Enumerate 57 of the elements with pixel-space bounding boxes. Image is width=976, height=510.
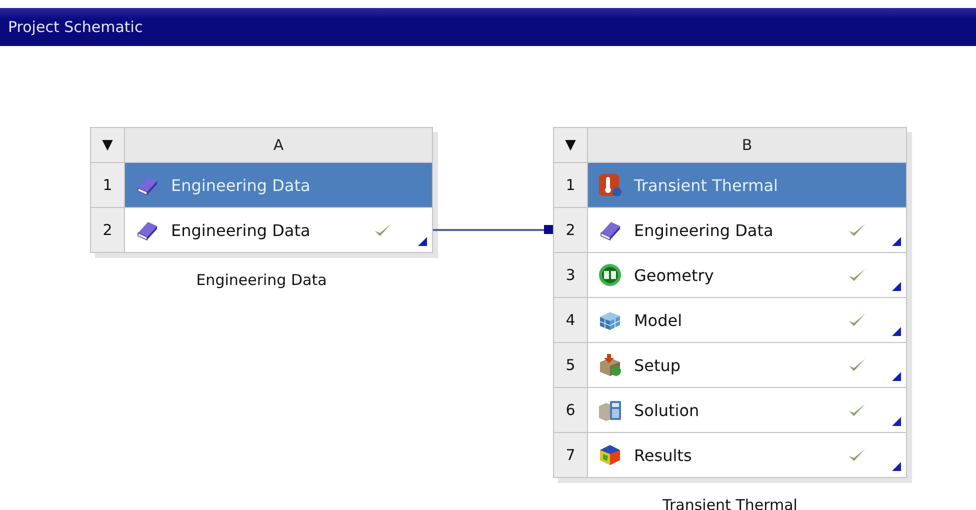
row-number: 7 — [566, 446, 576, 464]
thermometer-icon — [598, 173, 622, 197]
book-icon — [135, 219, 159, 241]
book-icon — [135, 174, 159, 196]
cell-item[interactable]: Engineering Data — [125, 163, 432, 207]
check-icon — [848, 312, 866, 328]
check-icon — [848, 402, 866, 418]
dm-icon — [598, 263, 622, 287]
row-number: 1 — [566, 176, 576, 194]
cell-label: Engineering Data — [171, 176, 312, 194]
cell-label: Engineering Data — [171, 220, 312, 240]
cell-item[interactable]: Engineering Data — [125, 208, 432, 252]
cell-label: Transient Thermal — [634, 176, 779, 194]
corner-triangle-icon[interactable] — [892, 417, 901, 426]
cell-item[interactable]: Geometry — [588, 253, 906, 297]
book-icon — [598, 219, 622, 241]
check-icon — [374, 222, 392, 238]
window-title: Project Schematic — [8, 18, 143, 36]
row-number: 3 — [566, 266, 576, 284]
cell-item[interactable]: Model — [588, 298, 906, 342]
row-number: 6 — [566, 401, 576, 419]
calculator-icon — [598, 398, 622, 422]
dropdown-arrow[interactable]: ▼ — [565, 137, 576, 153]
cell-label: Engineering Data — [634, 220, 774, 240]
row-number: 2 — [102, 221, 112, 239]
check-icon — [848, 267, 866, 283]
corner-triangle-icon[interactable] — [892, 372, 901, 381]
mesh-block-icon — [598, 309, 622, 331]
corner-triangle-icon[interactable] — [892, 327, 901, 336]
corner-triangle-icon[interactable] — [892, 282, 901, 291]
box-arrow-icon — [598, 353, 622, 377]
system-caption: Transient Thermal — [662, 496, 798, 510]
cell-label: Model — [634, 310, 684, 330]
corner-triangle-icon[interactable] — [892, 462, 901, 471]
corner-triangle-icon[interactable] — [418, 237, 427, 246]
cell-item[interactable]: Setup — [588, 343, 906, 387]
cell-item[interactable]: Results — [588, 433, 906, 477]
row-number: 2 — [566, 221, 576, 239]
contour-icon — [598, 443, 622, 467]
row-number: 5 — [566, 356, 576, 374]
column-header: B — [588, 128, 906, 162]
cell-label: Setup — [634, 356, 682, 374]
check-icon — [848, 447, 866, 463]
cell-label: Results — [634, 446, 693, 464]
cell-item[interactable]: Transient Thermal — [588, 163, 906, 207]
corner-triangle-icon[interactable] — [892, 237, 901, 246]
row-number: 4 — [566, 311, 576, 329]
check-icon — [848, 357, 866, 373]
cell-label: Solution — [634, 400, 700, 420]
cell-item[interactable]: Solution — [588, 388, 906, 432]
dropdown-arrow[interactable]: ▼ — [102, 137, 113, 153]
system-caption: Engineering Data — [196, 271, 327, 289]
column-header: A — [125, 128, 432, 162]
cell-label: Geometry — [634, 266, 715, 284]
check-icon — [848, 222, 866, 238]
row-number: 1 — [102, 176, 112, 194]
cell-item[interactable]: Engineering Data — [588, 208, 906, 252]
